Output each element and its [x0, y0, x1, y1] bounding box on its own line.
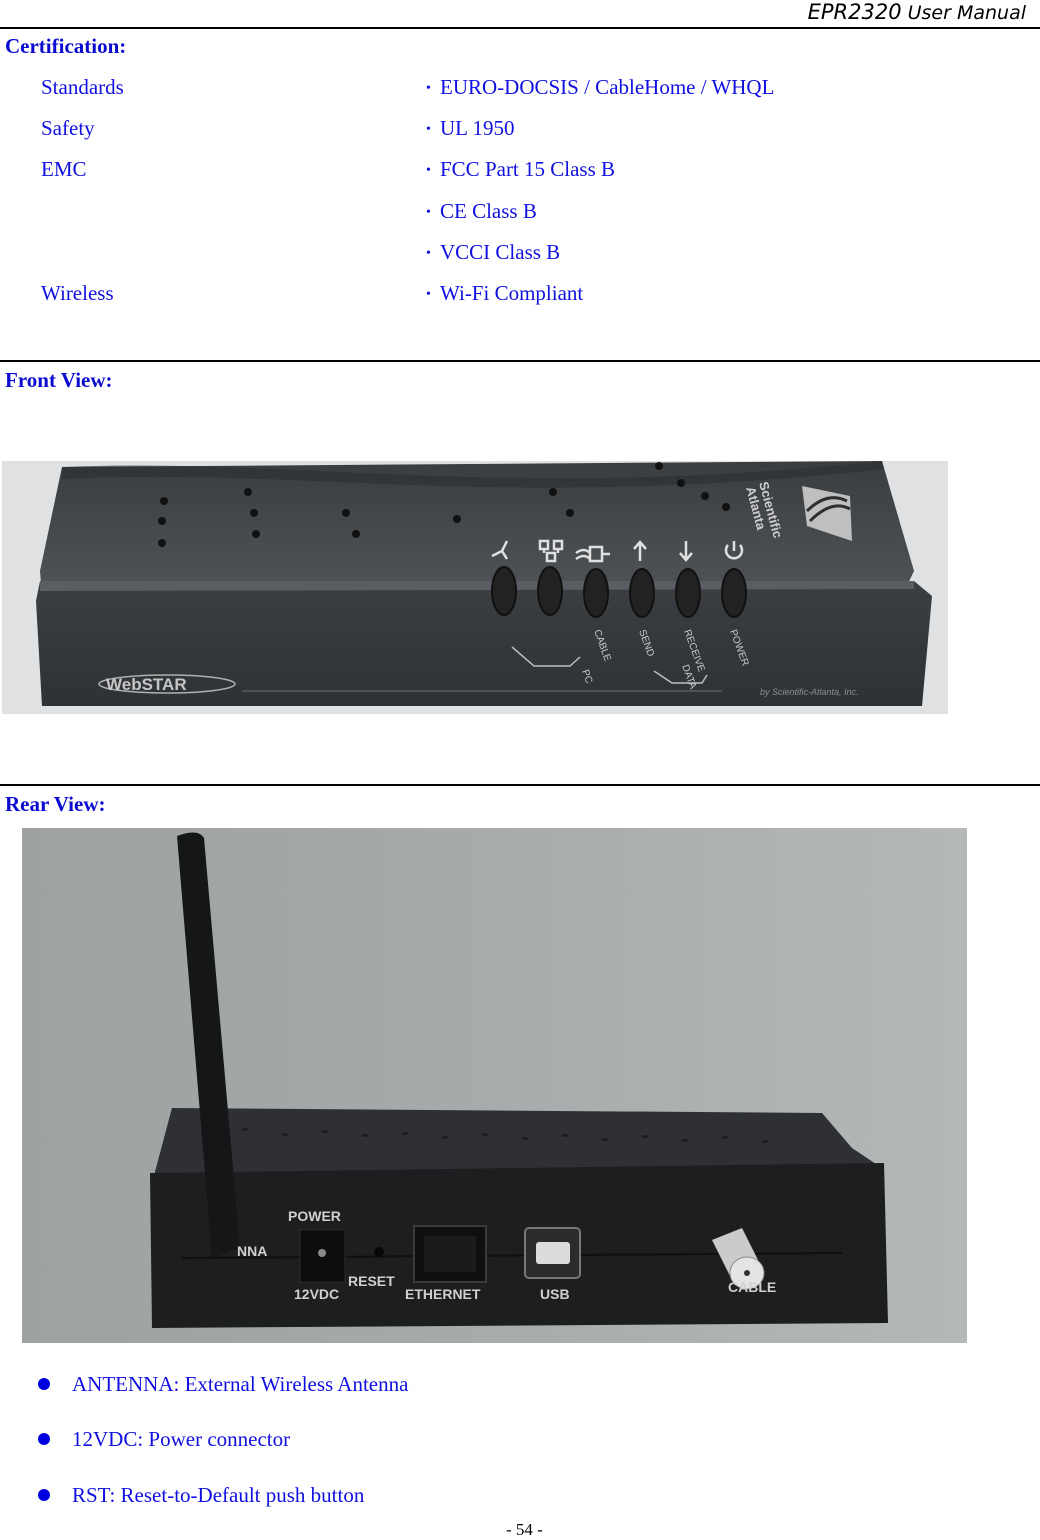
- cert-label: EMC: [41, 157, 87, 181]
- running-header: EPR2320 User Manual: [808, 0, 1026, 25]
- bullet-icon: •: [426, 122, 431, 137]
- svg-text:WebSTAR: WebSTAR: [106, 675, 187, 694]
- page-number: - 54 -: [506, 1520, 543, 1539]
- section-rule: [0, 360, 1040, 362]
- bullet-icon: •: [426, 205, 431, 220]
- certification-heading: Certification:: [5, 34, 127, 58]
- section-rule: [0, 784, 1040, 786]
- modem-front-illustration: CABLE SEND RECEIVE POWER PC DATA Scienti…: [2, 461, 948, 714]
- cert-label: Standards: [41, 75, 124, 99]
- port-label-antenna: NNA: [237, 1243, 267, 1259]
- cert-value: VCCI Class B: [440, 240, 561, 264]
- port-label-usb: USB: [540, 1286, 570, 1302]
- port-label-power: POWER: [288, 1208, 341, 1224]
- rear-view-heading: Rear View:: [5, 792, 106, 816]
- cert-value: CE Class B: [440, 199, 537, 223]
- bullet-icon: •: [426, 246, 431, 261]
- front-footer-text: by Scientific-Atlanta, Inc.: [760, 687, 859, 697]
- bullet-icon: •: [426, 163, 431, 178]
- led-send: [629, 568, 655, 618]
- led-receive: [675, 568, 701, 618]
- port-label-reset: RESET: [348, 1273, 395, 1289]
- front-view-heading: Front View:: [5, 368, 113, 392]
- cert-label: Safety: [41, 116, 95, 140]
- cert-value: EURO-DOCSIS / CableHome / WHQL: [440, 75, 775, 99]
- port-label-cable: CABLE: [728, 1279, 776, 1295]
- list-item-text: RST: Reset-to-Default push button: [72, 1483, 365, 1507]
- rear-view-photo: NNA POWER 12VDC RESET ETHERNET USB CABLE: [22, 828, 967, 1343]
- bullet-icon: [38, 1489, 50, 1501]
- cert-value: UL 1950: [440, 116, 515, 140]
- bullet-icon: •: [426, 287, 431, 302]
- led-cable: [583, 568, 609, 618]
- front-view-photo: CABLE SEND RECEIVE POWER PC DATA Scienti…: [2, 461, 948, 714]
- bullet-icon: [38, 1378, 50, 1390]
- cert-value: Wi-Fi Compliant: [440, 281, 584, 305]
- model-name: EPR2320: [807, 0, 902, 24]
- led-network: [537, 566, 563, 616]
- manual-title: User Manual: [907, 2, 1026, 24]
- list-item-text: ANTENNA: External Wireless Antenna: [72, 1372, 409, 1396]
- list-item-text: 12VDC: Power connector: [72, 1427, 291, 1451]
- header-rule: [0, 27, 1040, 29]
- port-label-ethernet: ETHERNET: [405, 1286, 481, 1302]
- bullet-icon: •: [426, 81, 431, 96]
- led-wireless: [491, 566, 517, 616]
- bullet-icon: [38, 1433, 50, 1445]
- led-power: [721, 568, 747, 618]
- cert-label: Wireless: [41, 281, 114, 305]
- cert-value: FCC Part 15 Class B: [440, 157, 616, 181]
- port-label-12vdc: 12VDC: [294, 1286, 339, 1302]
- modem-rear-illustration: NNA POWER 12VDC RESET ETHERNET USB CABLE: [22, 828, 967, 1343]
- reset-hole: [374, 1247, 384, 1257]
